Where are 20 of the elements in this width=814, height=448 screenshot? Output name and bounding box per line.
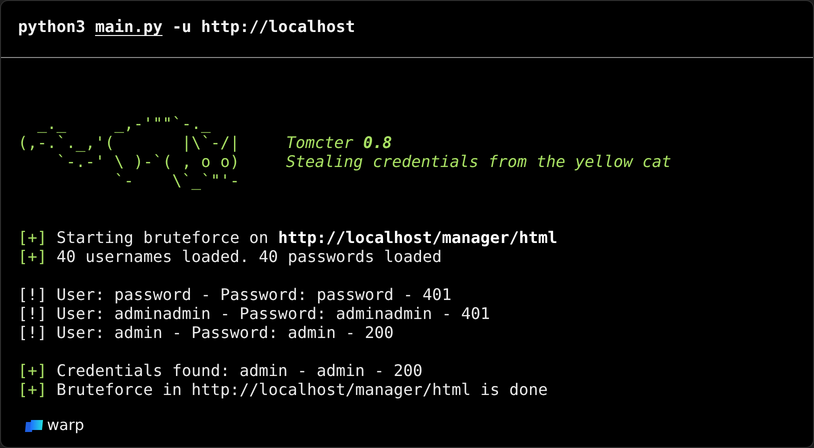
log-message: User: password - Password: password - 401 bbox=[56, 285, 452, 304]
tool-title: Tomcter 0.8 bbox=[286, 133, 393, 152]
log-message: User: adminadmin - Password: adminadmin - 401 bbox=[56, 304, 490, 323]
log-message: Credentials found: admin - admin - 200 bbox=[56, 361, 423, 380]
log-prefix: [!] bbox=[18, 323, 47, 342]
tool-tagline: Stealing credentials from the yellow cat bbox=[286, 152, 672, 171]
warp-logo-icon bbox=[25, 418, 43, 432]
log-message: User: admin - Password: admin - 200 bbox=[56, 323, 394, 342]
log-message: 40 usernames loaded. 40 passwords loaded bbox=[56, 247, 442, 266]
log-message: Starting bruteforce on http://localhost/manager/html bbox=[56, 228, 558, 247]
log-prefix: [!] bbox=[18, 285, 47, 304]
brand-name: warp bbox=[47, 416, 84, 435]
log-prefix: [+] bbox=[18, 380, 47, 399]
log-prefix: [+] bbox=[18, 247, 47, 266]
ascii-art-cat: _._ _,-'""`-._ (,-.`._,'( |\`-/| `-.-' \ )-`( , o o) `- \`_`"'- bbox=[18, 114, 241, 190]
command-line: python3 main.py -u http://localhost bbox=[18, 17, 356, 36]
log-prefix: [+] bbox=[18, 361, 47, 380]
log-prefix: [+] bbox=[18, 228, 47, 247]
log-prefix: [!] bbox=[18, 304, 47, 323]
log-message: Bruteforce in http://localhost/manager/html is done bbox=[56, 380, 548, 399]
